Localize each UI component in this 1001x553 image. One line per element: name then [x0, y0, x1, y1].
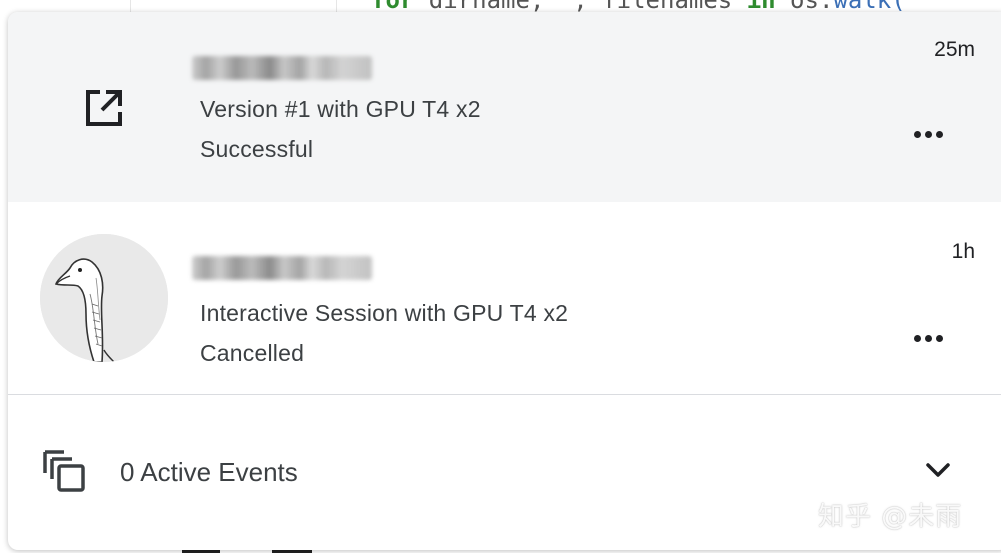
session-subtitle: Interactive Session with GPU T4 x2 [200, 300, 569, 326]
session-time: 1h [951, 240, 975, 263]
redacted-session-title [192, 56, 372, 80]
session-item[interactable]: Interactive Session with GPU T4 x2 Cance… [8, 202, 1001, 394]
copy-stack-icon [42, 449, 86, 493]
watermark: 知乎 @未雨 [818, 502, 963, 532]
more-dot [924, 334, 932, 342]
user-avatar[interactable] [40, 234, 168, 362]
more-dot [913, 334, 921, 342]
more-dot [935, 130, 943, 138]
more-dot [935, 334, 943, 342]
session-status: Successful [200, 136, 314, 162]
notifications-panel: Version #1 with GPU T4 x2 Successful 25m… [8, 12, 1001, 550]
more-options-button[interactable] [904, 118, 952, 150]
session-time: 25m [934, 38, 975, 61]
redacted-session-title [192, 256, 372, 280]
more-options-button[interactable] [904, 322, 952, 354]
more-dot [913, 130, 921, 138]
goose-icon [40, 234, 168, 362]
external-link-icon[interactable] [82, 86, 126, 130]
session-status: Cancelled [200, 340, 305, 366]
active-events-label: 0 Active Events [120, 457, 298, 487]
session-subtitle: Version #1 with GPU T4 x2 [200, 96, 481, 122]
more-dot [924, 130, 932, 138]
chevron-down-icon[interactable] [918, 455, 958, 487]
session-item[interactable]: Version #1 with GPU T4 x2 Successful 25m [8, 12, 1001, 202]
